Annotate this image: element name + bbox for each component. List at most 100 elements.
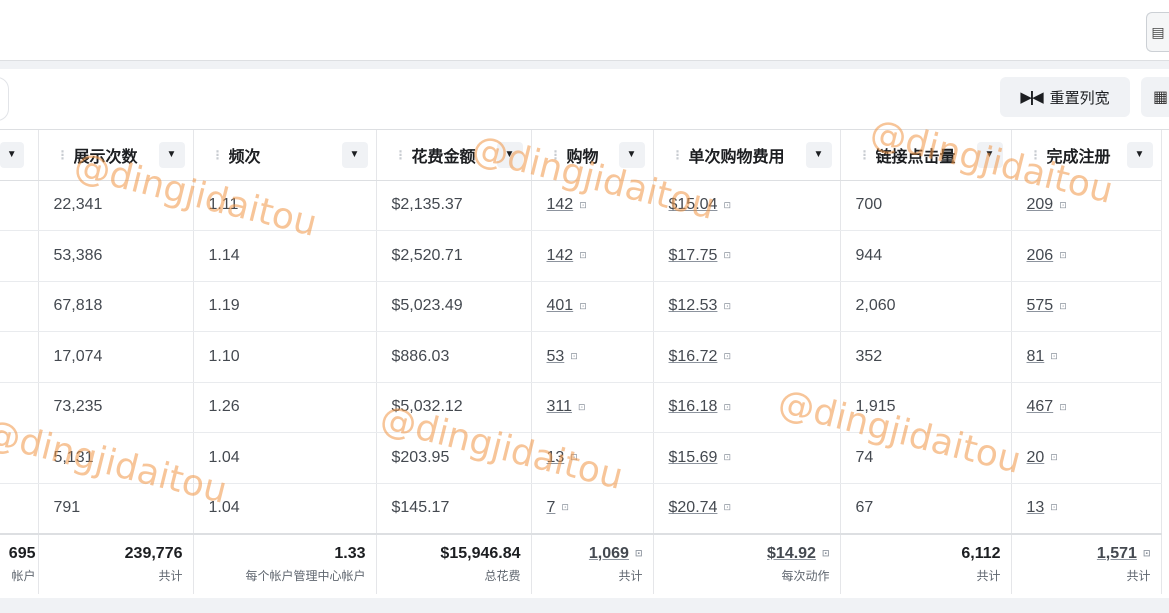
drag-handle-icon[interactable]: ⋮ bbox=[859, 148, 871, 162]
table-row[interactable]: 73,235 1.26 $5,032.12 311 ⊡ $16.18 ⊡ 1,915 467 ⊡ bbox=[0, 382, 1162, 433]
total-registrations: 1,571 ⊡ 共计 bbox=[1011, 532, 1162, 594]
cell-spend: $5,032.12 bbox=[376, 382, 532, 433]
cell-value-link[interactable]: 53 bbox=[547, 348, 565, 365]
cell-cost-per-purchase: $12.53 ⊡ bbox=[653, 281, 841, 332]
caret-down-icon[interactable]: ▼ bbox=[496, 141, 523, 168]
cell-frequency: 1.04 bbox=[193, 432, 377, 484]
cell-value-link[interactable]: $15.04 bbox=[669, 196, 718, 213]
drag-handle-icon[interactable]: ⋮ bbox=[672, 148, 684, 162]
caret-down-icon[interactable]: ▼ bbox=[976, 141, 1003, 168]
drag-handle-icon[interactable]: ⋮ bbox=[395, 148, 407, 162]
cell-value-link[interactable]: 142 bbox=[547, 196, 574, 213]
cell-value-link[interactable]: $12.53 bbox=[669, 297, 718, 314]
caret-down-icon[interactable]: ▼ bbox=[158, 141, 185, 168]
table-layout-button[interactable]: ▦ bbox=[1141, 77, 1169, 117]
caret-down-icon[interactable]: ▼ bbox=[1126, 141, 1153, 168]
cell-value: 1.11 bbox=[208, 196, 239, 214]
total-value-link[interactable]: 1,571 bbox=[1097, 545, 1137, 562]
column-resize-icon: ▶|◀ bbox=[1020, 89, 1043, 106]
info-box-icon: ⊡ bbox=[1059, 300, 1067, 311]
cell-link-clicks: 1,915 bbox=[840, 382, 1012, 433]
column-header-impressions[interactable]: ⋮ 展示次数 ▼ bbox=[38, 130, 194, 181]
column-header-registrations[interactable]: ⋮ 完成注册 ▼ bbox=[1011, 130, 1162, 181]
drag-handle-icon[interactable]: ⋮ bbox=[57, 148, 69, 162]
cell-frequency: 1.11 bbox=[193, 180, 377, 231]
cell-value-link[interactable]: 575 bbox=[1027, 297, 1054, 314]
total-value-link[interactable]: 1,069 bbox=[589, 545, 629, 562]
cell-value-link[interactable]: 13 bbox=[547, 449, 565, 466]
cell-value-link[interactable]: $16.18 bbox=[669, 398, 718, 415]
total-label: 共计 bbox=[618, 568, 643, 583]
drag-handle-icon[interactable]: ⋮ bbox=[1030, 148, 1042, 162]
cell-value-link[interactable]: 311 bbox=[547, 398, 573, 415]
cell-col0 bbox=[0, 432, 39, 484]
total-label: 共计 bbox=[976, 568, 1001, 583]
info-box-icon: ⊡ bbox=[561, 502, 569, 513]
cell-value-link[interactable]: $20.74 bbox=[669, 499, 718, 516]
table-row[interactable]: 22,341 1.11 $2,135.37 142 ⊡ $15.04 ⊡ 700 209 ⊡ bbox=[0, 180, 1162, 231]
cell-value: 1.19 bbox=[208, 297, 240, 315]
cell-value-link[interactable]: 401 bbox=[547, 297, 574, 314]
info-box-icon: ⊡ bbox=[1142, 547, 1151, 558]
cell-registrations: 575 ⊡ bbox=[1011, 281, 1162, 332]
cell-value-link[interactable]: 13 bbox=[1027, 499, 1045, 516]
cell-value-link[interactable]: 467 bbox=[1027, 398, 1054, 415]
cell-value-link[interactable]: 20 bbox=[1027, 449, 1045, 466]
column-label: 展示次数 bbox=[73, 148, 138, 166]
info-box-icon: ⊡ bbox=[723, 351, 731, 362]
table-row[interactable]: 53,386 1.14 $2,520.71 142 ⊡ $17.75 ⊡ 944 206 ⊡ bbox=[0, 230, 1162, 282]
cell-value-link[interactable]: 206 bbox=[1027, 247, 1054, 264]
column-header-link-clicks[interactable]: ⋮ 链接点击量 ▼ bbox=[840, 130, 1012, 181]
cell-impressions: 5,131 bbox=[38, 432, 194, 484]
cell-impressions: 22,341 bbox=[38, 180, 194, 231]
table-row[interactable]: 791 1.04 $145.17 7 ⊡ $20.74 ⊡ 67 13 ⊡ bbox=[0, 483, 1162, 534]
cell-value-link[interactable]: $15.69 bbox=[669, 449, 718, 466]
cell-registrations: 209 ⊡ bbox=[1011, 180, 1162, 231]
cell-value-link[interactable]: $17.75 bbox=[669, 247, 718, 264]
total-value-link[interactable]: $14.92 bbox=[767, 545, 816, 562]
cell-value-link[interactable]: 81 bbox=[1027, 348, 1045, 365]
top-bar-button[interactable]: ▤ bbox=[1146, 12, 1169, 52]
caret-down-icon[interactable]: ▼ bbox=[805, 141, 832, 168]
cell-col0 bbox=[0, 382, 39, 433]
cell-value-link[interactable]: 7 bbox=[547, 499, 556, 516]
column-header-cost-per-purchase[interactable]: ⋮ 单次购物费用 ▼ bbox=[653, 130, 841, 181]
section-gap bbox=[0, 61, 1169, 69]
total-impressions: 239,776 共计 bbox=[38, 532, 194, 594]
cell-link-clicks: 700 bbox=[840, 180, 1012, 231]
cell-cost-per-purchase: $17.75 ⊡ bbox=[653, 230, 841, 282]
reset-column-width-button[interactable]: ▶|◀ 重置列宽 bbox=[1000, 77, 1130, 117]
drag-handle-icon[interactable]: ⋮ bbox=[212, 148, 224, 162]
drag-handle-icon[interactable]: ⋮ bbox=[550, 148, 562, 162]
info-box-icon: ⊡ bbox=[723, 199, 731, 210]
info-box-icon: ⊡ bbox=[570, 452, 578, 463]
info-box-icon: ⊡ bbox=[723, 401, 731, 412]
cell-value-link[interactable]: $16.72 bbox=[669, 348, 718, 365]
total-value: $15,946.84 bbox=[440, 544, 521, 562]
column-label: 单次购物费用 bbox=[688, 148, 785, 166]
cell-value: $886.03 bbox=[391, 347, 450, 365]
cell-value-link[interactable]: 209 bbox=[1027, 196, 1054, 213]
column-header-col0[interactable]: ▼ bbox=[0, 130, 39, 181]
column-header-spend[interactable]: ⋮ 花费金额 ▼ bbox=[376, 130, 532, 181]
cell-frequency: 1.14 bbox=[193, 230, 377, 282]
cell-registrations: 13 ⊡ bbox=[1011, 483, 1162, 534]
search-field-edge[interactable] bbox=[0, 77, 9, 121]
caret-down-icon[interactable]: ▼ bbox=[341, 141, 368, 168]
total-cost-per-purchase: $14.92 ⊡ 每次动作 bbox=[653, 532, 841, 594]
cell-value-link[interactable]: 142 bbox=[547, 247, 574, 264]
caret-down-icon[interactable]: ▼ bbox=[618, 141, 645, 168]
table-row[interactable]: 5,131 1.04 $203.95 13 ⊡ $15.69 ⊡ 74 20 ⊡ bbox=[0, 432, 1162, 484]
column-header-purchases[interactable]: ⋮ 购物 ▼ bbox=[531, 130, 654, 181]
info-box-icon: ⊡ bbox=[1050, 452, 1058, 463]
table-row[interactable]: 17,074 1.10 $886.03 53 ⊡ $16.72 ⊡ 352 81 ⊡ bbox=[0, 331, 1162, 383]
cell-value: 73,235 bbox=[53, 398, 103, 416]
table-row[interactable]: 67,818 1.19 $5,023.49 401 ⊡ $12.53 ⊡ 2,060 575 ⊡ bbox=[0, 281, 1162, 332]
column-label: 频次 bbox=[228, 148, 261, 166]
cell-registrations: 20 ⊡ bbox=[1011, 432, 1162, 484]
cell-cost-per-purchase: $16.72 ⊡ bbox=[653, 331, 841, 383]
info-box-icon: ⊡ bbox=[821, 547, 830, 558]
caret-down-icon[interactable]: ▼ bbox=[0, 141, 24, 168]
cell-purchases: 53 ⊡ bbox=[531, 331, 654, 383]
column-header-frequency[interactable]: ⋮ 频次 ▼ bbox=[193, 130, 377, 181]
